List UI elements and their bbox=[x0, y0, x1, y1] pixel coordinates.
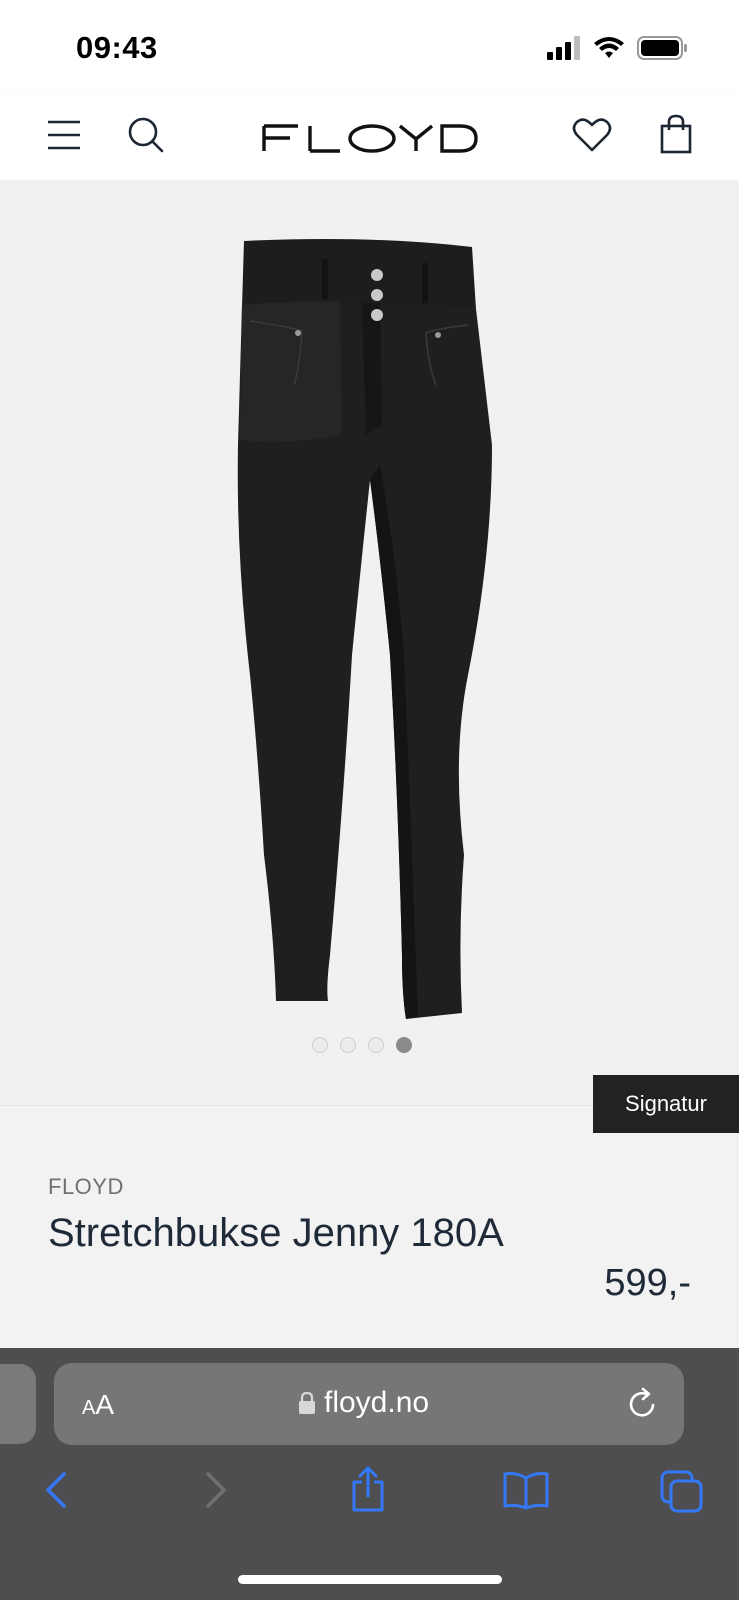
logo-mark bbox=[262, 124, 478, 153]
search-icon[interactable] bbox=[124, 113, 168, 157]
reload-icon[interactable] bbox=[626, 1387, 660, 1421]
status-bar: 09:43 bbox=[0, 0, 739, 95]
previous-tab-peek[interactable] bbox=[0, 1364, 36, 1444]
heart-icon[interactable] bbox=[570, 113, 614, 157]
url-display[interactable]: floyd.no bbox=[298, 1386, 429, 1420]
site-header bbox=[0, 95, 739, 180]
product-title: Stretchbukse Jenny 180A bbox=[48, 1211, 504, 1255]
product-price: 599,- bbox=[604, 1262, 691, 1304]
product-brand[interactable]: FLOYD bbox=[48, 1174, 124, 1200]
pagination-dot[interactable] bbox=[368, 1037, 384, 1053]
tabs-icon[interactable] bbox=[660, 1470, 704, 1514]
pagination-dot[interactable] bbox=[340, 1037, 356, 1053]
status-icons bbox=[547, 36, 689, 60]
text-size-button[interactable]: AA bbox=[82, 1389, 114, 1421]
text-size-big-label: A bbox=[95, 1389, 115, 1420]
gallery-pagination[interactable] bbox=[312, 1037, 412, 1053]
signal-icon bbox=[547, 36, 580, 60]
floyd-logo[interactable] bbox=[260, 113, 480, 163]
status-time: 09:43 bbox=[76, 30, 158, 65]
signatur-badge: Signatur bbox=[593, 1075, 739, 1133]
text-size-small-label: A bbox=[82, 1397, 96, 1419]
pagination-dot[interactable] bbox=[312, 1037, 328, 1053]
pagination-dot-active[interactable] bbox=[396, 1037, 412, 1053]
shopping-bag-icon[interactable] bbox=[656, 111, 696, 157]
product-image-pants[interactable] bbox=[230, 235, 510, 1035]
menu-icon[interactable] bbox=[44, 115, 84, 155]
back-icon[interactable] bbox=[42, 1470, 72, 1510]
wifi-icon bbox=[594, 37, 624, 58]
share-icon[interactable] bbox=[348, 1466, 388, 1512]
forward-icon[interactable] bbox=[200, 1470, 230, 1510]
battery-icon bbox=[637, 36, 687, 60]
lock-icon bbox=[299, 1391, 315, 1414]
url-text: floyd.no bbox=[324, 1386, 430, 1419]
bookmarks-icon[interactable] bbox=[502, 1470, 550, 1510]
product-gallery[interactable] bbox=[0, 180, 739, 1105]
home-indicator[interactable] bbox=[238, 1575, 502, 1584]
